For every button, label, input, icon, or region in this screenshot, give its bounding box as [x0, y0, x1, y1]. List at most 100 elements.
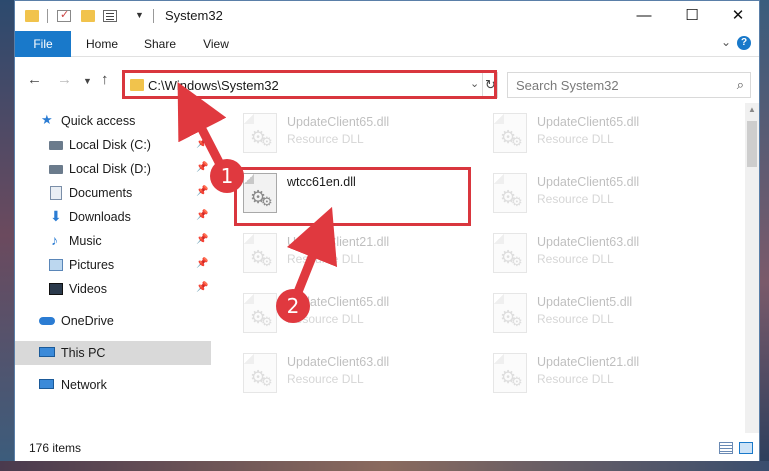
file-name: UpdateClient65.dll — [287, 115, 390, 129]
help-icon[interactable]: ? — [737, 36, 751, 50]
dll-file-icon: ⚙ ⚙ — [493, 293, 527, 333]
sidebar-item-pictures[interactable]: Pictures 📌 — [15, 253, 211, 277]
tab-home[interactable]: Home — [77, 31, 127, 57]
file-type: Resource DLL — [537, 312, 614, 326]
sidebar-item-label: Local Disk (C:) — [69, 138, 151, 152]
close-button[interactable]: ✕ — [715, 1, 761, 31]
dll-file-icon: ⚙ ⚙ — [243, 293, 277, 333]
drive-icon — [49, 165, 63, 174]
sidebar-item-documents[interactable]: Documents 📌 — [15, 181, 211, 205]
file-item[interactable]: ⚙ ⚙ UpdateClient65.dll Resource DLL — [237, 287, 477, 343]
scrollbar-thumb[interactable] — [747, 121, 757, 167]
sidebar-item-downloads[interactable]: ⬇ Downloads 📌 — [15, 205, 211, 229]
file-item[interactable]: ⚙ ⚙ UpdateClient21.dll Resource DLL — [237, 227, 477, 283]
vertical-scrollbar[interactable]: ▲ — [745, 103, 759, 433]
dll-file-icon: ⚙ ⚙ — [493, 353, 527, 393]
videos-icon — [49, 283, 63, 295]
documents-icon — [50, 186, 62, 200]
search-icon[interactable]: ⌕ — [737, 77, 744, 93]
sidebar-item-label: Music — [69, 234, 102, 248]
expand-ribbon-chevron-icon[interactable]: ⌄ — [721, 35, 731, 49]
file-item[interactable]: ⚙ ⚙ UpdateClient65.dll Resource DLL — [487, 167, 727, 223]
drive-icon — [49, 141, 63, 150]
pin-icon[interactable]: 📌 — [196, 138, 208, 149]
up-arrow-icon[interactable]: ↑ — [101, 71, 109, 88]
sidebar-item-local-disk-c[interactable]: Local Disk (C:) 📌 — [15, 133, 211, 157]
dll-file-icon: ⚙ ⚙ — [243, 353, 277, 393]
file-type: Resource DLL — [287, 372, 364, 386]
pin-icon[interactable]: 📌 — [196, 282, 208, 293]
cloud-icon — [39, 317, 55, 325]
large-icons-view-icon[interactable] — [739, 442, 753, 454]
tab-share[interactable]: Share — [135, 31, 185, 57]
file-name: UpdateClient65.dll — [537, 175, 640, 189]
pin-icon[interactable]: 📌 — [196, 162, 208, 173]
search-placeholder: Search System32 — [516, 78, 619, 93]
sidebar-item-this-pc[interactable]: This PC — [15, 341, 211, 365]
file-item[interactable]: ⚙ ⚙ UpdateClient5.dll Resource DLL — [487, 287, 727, 343]
pin-icon[interactable]: 📌 — [196, 210, 208, 221]
recent-locations-chevron-icon[interactable]: ▼ — [83, 76, 92, 86]
dll-file-icon: ⚙ ⚙ — [243, 113, 277, 153]
properties-check-icon[interactable] — [57, 8, 71, 22]
file-list: ⚙ ⚙ UpdateClient65.dll Resource DLL ⚙ ⚙ wt… — [211, 103, 745, 433]
sidebar-item-local-disk-d[interactable]: Local Disk (D:) 📌 — [15, 157, 211, 181]
customize-toolbar-chevron-icon[interactable]: ▼ — [135, 10, 144, 20]
dll-file-icon: ⚙ ⚙ — [493, 113, 527, 153]
file-type: Resource DLL — [287, 252, 364, 266]
pin-icon[interactable]: 📌 — [196, 234, 208, 245]
file-highlight — [234, 167, 471, 226]
tab-file[interactable]: File — [15, 31, 71, 57]
sidebar-item-label: This PC — [61, 346, 106, 360]
sidebar-item-network[interactable]: Network — [15, 373, 211, 397]
sidebar-item-label: Network — [61, 378, 107, 392]
sidebar-item-label: OneDrive — [61, 314, 114, 328]
minimize-button[interactable]: — — [621, 1, 667, 31]
navigation-pane: ★ Quick access Local Disk (C:) 📌 Local D… — [15, 103, 211, 433]
search-input[interactable]: Search System32 ⌕ — [507, 72, 751, 98]
file-type: Resource DLL — [537, 192, 614, 206]
pin-icon[interactable]: 📌 — [196, 258, 208, 269]
file-item[interactable]: ⚙ ⚙ UpdateClient65.dll Resource DLL — [487, 107, 727, 163]
item-count: 176 items — [29, 441, 82, 455]
sidebar-item-label: Videos — [69, 282, 107, 296]
maximize-button[interactable]: ☐ — [669, 1, 715, 31]
quick-access-list-icon[interactable] — [103, 10, 117, 22]
details-view-icon[interactable] — [719, 442, 733, 454]
back-arrow-icon[interactable]: ← — [27, 71, 42, 88]
dll-file-icon: ⚙ ⚙ — [493, 173, 527, 213]
file-name: UpdateClient65.dll — [537, 115, 640, 129]
download-icon: ⬇ — [50, 208, 62, 224]
forward-arrow-icon[interactable]: → — [57, 71, 72, 88]
step-badge-2: 2 — [276, 289, 310, 323]
sidebar-item-videos[interactable]: Videos 📌 — [15, 277, 211, 301]
pin-icon[interactable]: 📌 — [196, 186, 208, 197]
scroll-up-arrow-icon[interactable]: ▲ — [748, 105, 756, 114]
file-item[interactable]: ⚙ ⚙ UpdateClient63.dll Resource DLL — [487, 227, 727, 283]
address-bar-highlight — [122, 70, 497, 99]
sidebar-item-music[interactable]: ♪ Music 📌 — [15, 229, 211, 253]
file-name: UpdateClient21.dll — [287, 235, 390, 249]
sidebar-item-label: Downloads — [69, 210, 131, 224]
computer-icon — [39, 347, 55, 357]
file-item[interactable]: ⚙ ⚙ UpdateClient65.dll Resource DLL — [237, 107, 477, 163]
new-folder-icon[interactable] — [81, 10, 95, 22]
file-item[interactable]: ⚙ ⚙ UpdateClient21.dll Resource DLL — [487, 347, 727, 403]
desktop-background-left — [0, 0, 14, 471]
folder-icon — [25, 10, 39, 22]
sidebar-item-quick-access[interactable]: ★ Quick access — [15, 109, 211, 133]
sidebar-item-label: Documents — [69, 186, 133, 200]
network-icon — [39, 379, 54, 389]
file-name: UpdateClient21.dll — [537, 355, 640, 369]
dll-file-icon: ⚙ ⚙ — [493, 233, 527, 273]
toolbar-separator — [153, 9, 154, 23]
tab-view[interactable]: View — [191, 31, 241, 57]
file-item[interactable]: ⚙ ⚙ UpdateClient63.dll Resource DLL — [237, 347, 477, 403]
file-type: Resource DLL — [537, 372, 614, 386]
file-type: Resource DLL — [537, 252, 614, 266]
step-badge-1: 1 — [210, 159, 244, 193]
status-bar: 176 items — [15, 433, 759, 461]
pictures-icon — [49, 259, 63, 271]
sidebar-item-onedrive[interactable]: OneDrive — [15, 309, 211, 333]
sidebar-item-label: Quick access — [61, 114, 136, 128]
